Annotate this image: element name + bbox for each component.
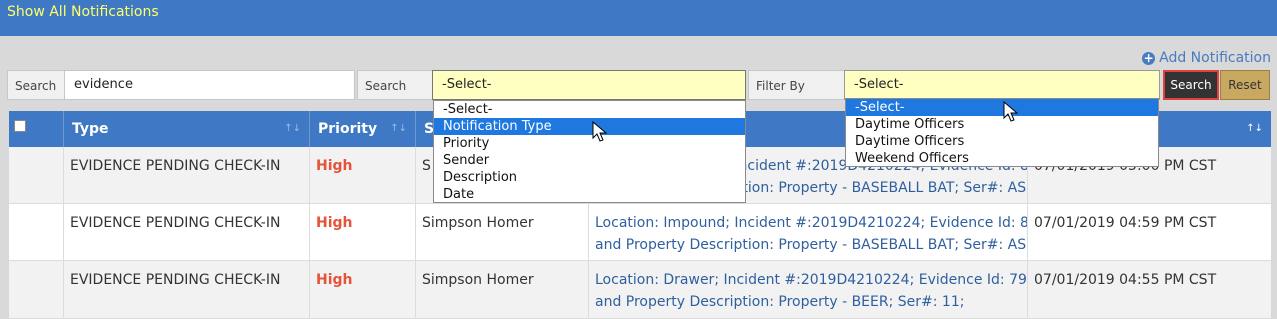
search-by-option[interactable]: Date (434, 186, 745, 203)
page-title[interactable]: Show All Notifications (7, 4, 159, 20)
search-by-option[interactable]: -Select- (434, 101, 745, 118)
search-input[interactable]: evidence (64, 70, 355, 100)
search-bar: Search evidence Search By -Select- Filte… (7, 70, 1270, 123)
description-line-1: Location: Drawer; Incident #:2019D421022… (595, 272, 1028, 288)
table-row[interactable]: EVIDENCE PENDING CHECK-IN High Simpson H… (9, 261, 1271, 319)
sender-cell: Simpson Homer (416, 204, 589, 260)
filter-by-users-dropdown: -Select- Daytime Officers Daytime Office… (845, 98, 1159, 167)
search-by-option[interactable]: Sender (434, 152, 745, 169)
description-line-2: and Property Description: Property - BAS… (595, 237, 1028, 253)
column-header-type[interactable]: Type ↑↓ (64, 111, 310, 147)
search-by-option[interactable]: Priority (434, 135, 745, 152)
row-select-cell[interactable] (9, 261, 64, 318)
search-by-select[interactable]: -Select- (432, 70, 746, 100)
select-all-checkbox[interactable] (14, 120, 26, 132)
search-by-dropdown: -Select- Notification Type Priority Send… (433, 100, 746, 203)
mouse-pointer-icon (592, 121, 608, 142)
filter-option[interactable]: Daytime Officers (846, 133, 1158, 150)
mouse-pointer-icon (1003, 101, 1019, 122)
type-cell: EVIDENCE PENDING CHECK-IN (64, 261, 310, 318)
search-by-label: Search By (357, 70, 433, 123)
sort-desc-icon[interactable]: ↑↓ (1246, 111, 1263, 147)
search-button[interactable]: Search (1163, 70, 1219, 100)
table-row[interactable]: EVIDENCE PENDING CHECK-IN High Simpson H… (9, 204, 1271, 261)
row-select-cell[interactable] (9, 147, 64, 203)
description-cell[interactable]: Location: Impound; Incident #:2019D42102… (589, 204, 1028, 260)
priority-cell: High (310, 147, 416, 203)
priority-cell: High (310, 261, 416, 318)
filter-by-users-select[interactable]: -Select- (844, 70, 1160, 100)
filter-option[interactable]: Weekend Officers (846, 150, 1158, 167)
priority-cell: High (310, 204, 416, 260)
search-label: Search (7, 70, 65, 100)
filter-by-users-label: Filter By Users (748, 70, 845, 123)
description-line-2: and Property Description: Property - BEE… (595, 294, 965, 310)
sender-cell: Simpson Homer (416, 261, 589, 318)
type-header-label: Type (72, 121, 109, 137)
type-cell: EVIDENCE PENDING CHECK-IN (64, 204, 310, 260)
sort-icon[interactable]: ↑↓ (390, 111, 407, 147)
type-cell: EVIDENCE PENDING CHECK-IN (64, 147, 310, 203)
reset-button[interactable]: Reset (1220, 70, 1270, 100)
page-header: Show All Notifications (0, 0, 1277, 36)
select-all-header (9, 111, 64, 147)
filter-option[interactable]: Daytime Officers (846, 116, 1158, 133)
description-line-1: Location: Impound; Incident #:2019D42102… (595, 215, 1028, 231)
description-cell[interactable]: Location: Drawer; Incident #:2019D421022… (589, 261, 1028, 318)
search-by-option[interactable]: Notification Type (434, 118, 745, 135)
date-cell: 07/01/2019 04:59 PM CST (1034, 215, 1217, 231)
sort-icon[interactable]: ↑↓ (284, 111, 301, 147)
priority-header-label: Priority (318, 121, 378, 137)
plus-circle-icon: + (1142, 50, 1156, 65)
add-notification-label: Add Notification (1159, 50, 1271, 66)
search-by-option[interactable]: Description (434, 169, 745, 186)
column-header-priority[interactable]: Priority ↑↓ (310, 111, 416, 147)
filter-option[interactable]: -Select- (846, 99, 1158, 116)
add-notification-link[interactable]: + Add Notification (1142, 50, 1271, 66)
row-select-cell[interactable] (9, 204, 64, 260)
date-cell: 07/01/2019 04:55 PM CST (1034, 272, 1217, 288)
